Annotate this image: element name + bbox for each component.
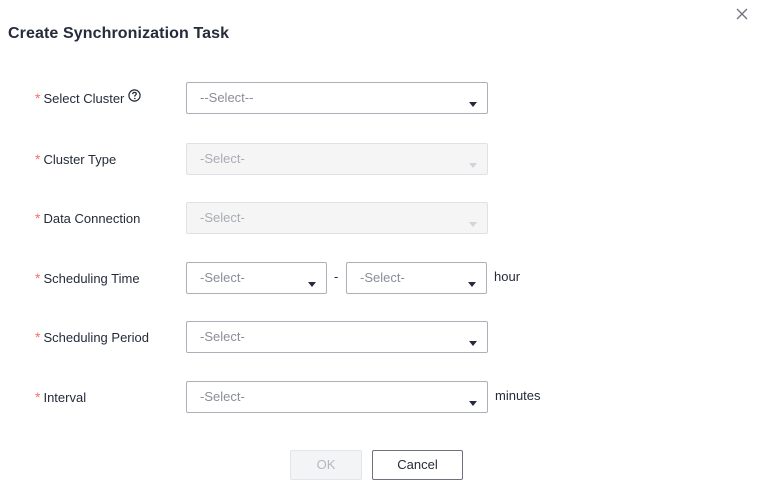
- row-interval: * Interval -Select- minutes: [0, 381, 760, 413]
- scheduling-period-dropdown[interactable]: -Select-: [186, 321, 488, 353]
- required-mark: *: [35, 270, 41, 286]
- row-data-connection: * Data Connection -Select-: [0, 202, 760, 234]
- interval-label: * Interval: [35, 381, 86, 413]
- caret-down-icon: [468, 275, 476, 287]
- ok-button[interactable]: OK: [290, 450, 362, 480]
- scheduling-time-end-dropdown[interactable]: -Select-: [346, 262, 487, 294]
- select-cluster-dropdown[interactable]: --Select--: [186, 82, 488, 114]
- row-scheduling-time: * Scheduling Time -Select- - -Select- hou…: [0, 262, 760, 294]
- data-connection-value: -Select-: [200, 210, 245, 225]
- caret-down-icon: [469, 394, 477, 406]
- scheduling-period-value: -Select-: [200, 329, 245, 344]
- caret-down-icon: [469, 95, 477, 107]
- scheduling-time-label-text: Scheduling Time: [43, 271, 140, 286]
- data-connection-label: * Data Connection: [35, 202, 140, 234]
- cluster-type-value: -Select-: [200, 151, 245, 166]
- caret-down-icon: [469, 156, 477, 168]
- cluster-type-dropdown: -Select-: [186, 143, 488, 175]
- scheduling-time-end-value: -Select-: [360, 270, 405, 285]
- cancel-button[interactable]: Cancel: [372, 450, 463, 480]
- interval-unit: minutes: [495, 388, 541, 403]
- scheduling-period-label-text: Scheduling Period: [43, 330, 149, 345]
- required-mark: *: [35, 90, 41, 106]
- select-cluster-label: * Select Cluster: [35, 82, 142, 114]
- data-connection-dropdown: -Select-: [186, 202, 488, 234]
- required-mark: *: [35, 151, 41, 167]
- required-mark: *: [35, 329, 41, 345]
- scheduling-time-unit: hour: [494, 269, 521, 284]
- create-sync-task-dialog: Create Synchronization Task * Select Clus…: [0, 0, 760, 480]
- scheduling-time-start-dropdown[interactable]: -Select-: [186, 262, 327, 294]
- question-circle-icon[interactable]: [128, 82, 142, 114]
- row-scheduling-period: * Scheduling Period -Select-: [0, 321, 760, 353]
- row-select-cluster: * Select Cluster --Select--: [0, 82, 760, 114]
- time-range-separator: -: [334, 269, 339, 284]
- interval-dropdown[interactable]: -Select-: [186, 381, 488, 413]
- close-icon[interactable]: [734, 6, 750, 22]
- required-mark: *: [35, 389, 41, 405]
- caret-down-icon: [469, 215, 477, 227]
- interval-value: -Select-: [200, 389, 245, 404]
- cluster-type-label: * Cluster Type: [35, 143, 116, 175]
- select-cluster-label-text: Select Cluster: [43, 91, 125, 106]
- row-cluster-type: * Cluster Type -Select-: [0, 143, 760, 175]
- select-cluster-value: --Select--: [200, 90, 254, 105]
- scheduling-time-label: * Scheduling Time: [35, 262, 140, 294]
- caret-down-icon: [469, 334, 477, 346]
- cluster-type-label-text: Cluster Type: [43, 152, 117, 167]
- scheduling-time-start-value: -Select-: [200, 270, 245, 285]
- dialog-title: Create Synchronization Task: [8, 25, 230, 42]
- interval-label-text: Interval: [43, 390, 87, 405]
- data-connection-label-text: Data Connection: [43, 211, 141, 226]
- required-mark: *: [35, 210, 41, 226]
- scheduling-period-label: * Scheduling Period: [35, 321, 149, 353]
- caret-down-icon: [308, 275, 316, 287]
